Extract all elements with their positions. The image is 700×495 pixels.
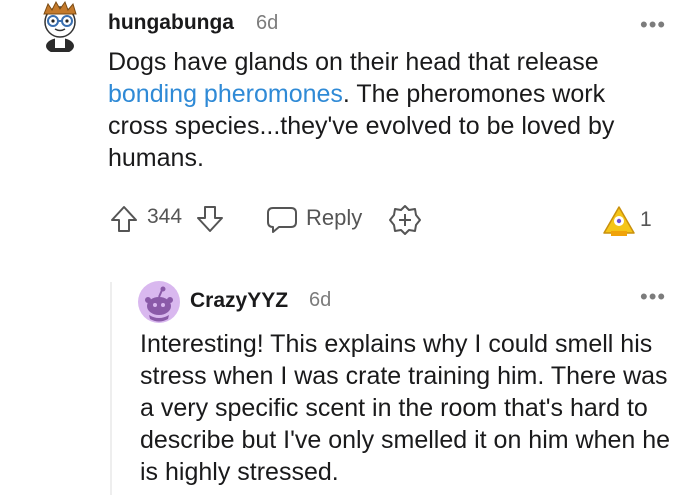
pheromones-link[interactable]: bonding pheromones <box>108 80 343 108</box>
reply-more-options-button[interactable]: ••• <box>640 284 666 310</box>
plus-badge-icon[interactable] <box>388 203 422 237</box>
chat-bubble-icon[interactable] <box>265 203 299 235</box>
reply-username[interactable]: CrazyYYZ <box>190 289 288 313</box>
reply-body: Interesting! This explains why I could s… <box>140 330 671 486</box>
user-avatar[interactable] <box>38 0 82 52</box>
award-count: 1 <box>640 208 652 231</box>
arrow-up-icon[interactable] <box>108 203 140 235</box>
vote-score: 344 <box>147 205 183 228</box>
comment-username[interactable]: hungabunga <box>108 11 234 35</box>
thread-line[interactable] <box>110 282 112 495</box>
default-snoo-avatar[interactable] <box>138 281 180 323</box>
reply-button[interactable]: Reply <box>306 205 362 231</box>
more-options-button[interactable]: ••• <box>640 12 666 38</box>
comment-body: Dogs have glands on their head that rele… <box>108 46 668 174</box>
reply-age: 6d <box>309 289 332 311</box>
comment-age: 6d <box>256 12 279 34</box>
arrow-down-icon[interactable] <box>194 203 226 235</box>
comment-text-start: Dogs have glands on their head that rele… <box>108 48 599 76</box>
award-icon[interactable] <box>602 205 636 237</box>
